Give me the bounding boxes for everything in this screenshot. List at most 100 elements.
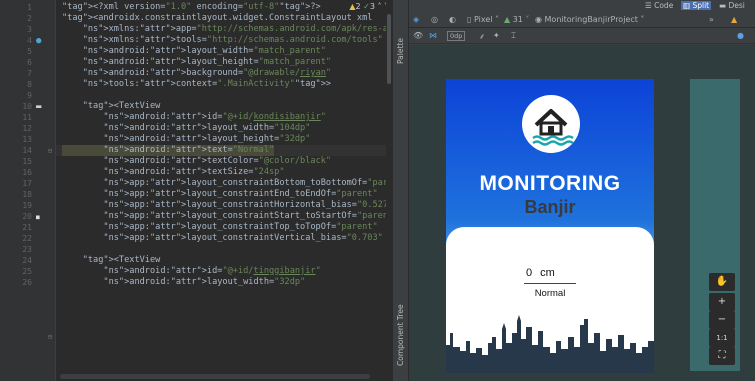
line-number: 18 [22, 190, 32, 199]
line-number: 9 [27, 91, 32, 100]
zoom-actual-size-button[interactable]: 1:1 [709, 329, 735, 347]
code-line[interactable]: "ns">android:"attr">textSize="24sp" [62, 167, 284, 178]
code-line[interactable]: "ns">app:"attr">layout_constraintBottom_… [62, 178, 392, 189]
reading-underline [524, 283, 576, 284]
code-line[interactable]: "ns">android:"attr">text="Normal" [62, 145, 275, 156]
design-canvas[interactable]: MONITORING Banjir 0 cm Normal ✋ + − 1:1 ⛶ [409, 45, 755, 381]
design-toolbar: ◈ ◎ ◐ ▯ Pixel ˅ ▲ 31 ˅ ◉ MonitoringBanji… [409, 13, 755, 28]
design-mode-button[interactable]: ▬ Desi [719, 1, 745, 10]
water-level-value: 0 [526, 267, 533, 279]
night-mode-icon[interactable]: ◐ [449, 15, 456, 24]
horizontal-scrollbar[interactable] [60, 374, 370, 379]
layers-icon[interactable]: ◈ [413, 15, 419, 24]
line-number: 13 [22, 135, 32, 144]
zoom-in-button[interactable]: + [709, 293, 735, 311]
line-number: 2 [27, 14, 32, 23]
code-area[interactable]: "tag"><?xml version="1.0" encoding="utf-… [62, 0, 392, 381]
code-text: "ns">xmlns:"attr">tools="http://schemas.… [82, 35, 383, 45]
app-subtitle: Banjir [524, 197, 576, 217]
fold-icon[interactable]: ⊟ [48, 146, 52, 157]
chevron-up-icon[interactable]: ˄ [377, 2, 381, 11]
code-line[interactable]: "ns">app:"attr">layout_constraintVertica… [62, 233, 392, 244]
component-tree-tab[interactable]: Component Tree [396, 304, 405, 366]
fold-icon[interactable]: ⊟ [48, 332, 52, 343]
line-number: 6 [27, 58, 32, 67]
resource-reference: tinggibanjir [253, 266, 316, 276]
api-selector[interactable]: ▲ 31 ˅ [504, 15, 529, 24]
code-mode-button[interactable]: ☰ Code [645, 1, 673, 10]
code-text: "ns">android:"attr">background="@drawabl… [82, 68, 301, 78]
code-line[interactable]: "ns">android:"attr">layout_width="match_… [62, 46, 326, 57]
line-number: 17 [22, 179, 32, 188]
constraint-layout-icon: ● [36, 36, 42, 46]
code-text: "ns">android:"attr">textColor="@color/bl… [103, 156, 332, 166]
code-text: "ns">android:"attr">layout_width="104dp" [103, 123, 311, 133]
line-number: 1 [27, 3, 32, 12]
resource-reference: riyan [300, 68, 326, 78]
code-line[interactable]: "ns">app:"attr">layout_constraintTop_toT… [62, 222, 378, 233]
code-editor[interactable]: ● ▬ ■ ⊟ ⊟ 1 2 3 4 5 6 7 8 9 10 11 12 13 14 15 16 17 18 19 2… [0, 0, 392, 381]
code-line[interactable]: "ns">android:"attr">background="@drawabl… [62, 68, 331, 79]
city-skyline-illustration [446, 315, 654, 373]
zoom-out-button[interactable]: − [709, 311, 735, 329]
code-line[interactable]: "ns">android:"attr">layout_height="match… [62, 57, 331, 68]
code-line[interactable]: "ns">android:"attr">id="@+id/kondisibanj… [62, 112, 326, 123]
code-line[interactable]: "ns">app:"attr">layout_constraintHorizon… [62, 200, 392, 211]
code-line[interactable]: "ns">app:"attr">layout_constraintStart_t… [62, 211, 392, 222]
code-text: " [325, 68, 332, 78]
logo [522, 95, 580, 153]
app-title: MONITORING [479, 172, 621, 195]
inspection-widget[interactable]: ▲2 ✓3 ˄ ˅ [349, 2, 388, 11]
pan-hand-icon[interactable]: ✋ [709, 273, 735, 291]
clear-constraints-icon[interactable]: ⸙ [479, 31, 485, 42]
code-line[interactable]: "ns">android:"attr">id="@+id/tinggibanji… [62, 266, 320, 277]
code-line[interactable]: "ns">xmlns:"attr">tools="http://schemas.… [62, 35, 383, 46]
warning-icon[interactable]: ▲ [731, 15, 737, 24]
background-preview-icon: ▬ [36, 102, 42, 112]
code-text: "ns">app:"attr">layout_constraintBottom_… [103, 178, 392, 188]
code-line[interactable]: "tag"><androidx.constraintlayout.widget.… [62, 13, 372, 24]
line-number: 4 [27, 36, 32, 45]
code-line[interactable]: "tag"><?xml version="1.0" encoding="utf-… [62, 2, 321, 13]
line-number: 5 [27, 47, 32, 56]
line-number: 14 [22, 146, 32, 155]
breakpoint-icon: ■ [36, 214, 40, 221]
code-line[interactable]: "tag"><TextView [62, 101, 161, 112]
code-text: "ns">app:"attr">layout_constraintTop_toT… [103, 222, 378, 232]
house-flood-icon [532, 109, 574, 146]
code-line[interactable]: "ns">android:"attr">layout_width="32dp" [62, 277, 305, 288]
line-number: 12 [22, 124, 32, 133]
code-line[interactable]: "ns">xmlns:"attr">app="http://schemas.an… [62, 24, 392, 35]
palette-tab[interactable]: Palette [396, 38, 405, 64]
line-number: 8 [27, 80, 32, 89]
code-line[interactable]: "ns">android:"attr">textColor="@color/bl… [62, 156, 331, 167]
code-line[interactable]: "ns">android:"attr">layout_width="104dp" [62, 123, 310, 134]
zoom-to-fit-icon[interactable]: ⛶ [709, 347, 735, 365]
code-text: "ns">android:"attr">id="@+id/ [103, 266, 254, 276]
info-icon[interactable]: ● [737, 31, 744, 40]
warning-count: 2 [355, 2, 361, 11]
default-margin-selector[interactable]: 0dp [447, 31, 466, 41]
scroll-thumb[interactable] [387, 14, 391, 84]
code-text: "ns">android:"attr">layout_width="32dp" [103, 277, 306, 287]
code-line[interactable]: "ns">app:"attr">layout_constraintEnd_toE… [62, 189, 377, 200]
more-icon[interactable]: » [709, 15, 714, 24]
code-line[interactable]: "ns">tools:"attr">context=".MainActivity… [62, 79, 331, 90]
guidelines-icon[interactable]: ⌶ [511, 31, 516, 41]
autoconnect-icon[interactable]: ⋈ [429, 31, 437, 40]
code-text: "ns">android:"attr">layout_height="32dp" [103, 134, 311, 144]
code-text: "ns">android:"attr">layout_height="match… [82, 57, 332, 67]
theme-selector[interactable]: ◉ MonitoringBanjirProject ˅ [535, 15, 644, 24]
code-text: "ns">app:"attr">layout_constraintVertica… [103, 233, 392, 243]
code-line[interactable]: "ns">android:"attr">layout_height="32dp" [62, 134, 310, 145]
infer-constraints-icon[interactable]: ✦ [493, 31, 500, 40]
view-options-icon[interactable]: 👁 [413, 31, 423, 40]
orientation-icon[interactable]: ◎ [431, 15, 438, 24]
code-text: "ns">android:"attr">id="@+id/ [103, 112, 254, 122]
phone-preview[interactable]: MONITORING Banjir 0 cm Normal [446, 79, 654, 373]
split-mode-button[interactable]: ▥ Split [681, 1, 712, 10]
device-selector[interactable]: ▯ Pixel ˅ [467, 15, 499, 24]
line-gutter: ● ▬ ■ ⊟ ⊟ 1 2 3 4 5 6 7 8 9 10 11 12 13 14 15 16 17 18 19 2… [0, 0, 56, 381]
code-text: "ns">app:"attr">layout_constraintStart_t… [103, 211, 392, 221]
code-line[interactable]: "tag"><TextView [62, 255, 161, 266]
